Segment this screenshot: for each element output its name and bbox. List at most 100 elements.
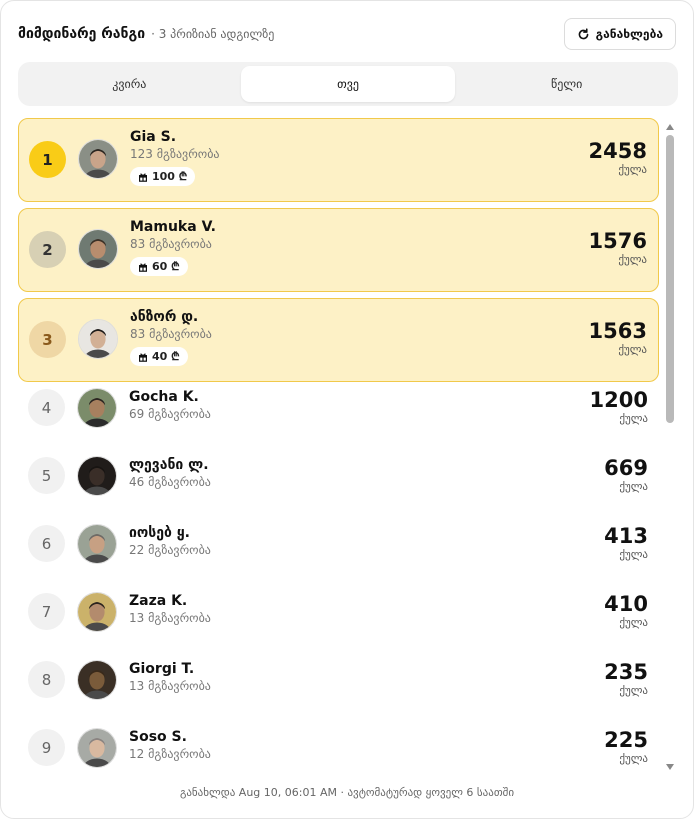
leaderboard-list[interactable]: 1 Gia S. 123 მგზავრობა 100 ₾ 2458 ქულა 2 Mamuka… xyxy=(18,118,660,776)
score: 1576 ქულა xyxy=(589,229,647,267)
rank-badge: 2 xyxy=(29,231,66,268)
driver-name: Zaza K. xyxy=(129,593,188,609)
score: 1200 ქულა xyxy=(590,388,648,426)
avatar xyxy=(78,139,118,179)
prize-amount: 100 ₾ xyxy=(152,170,188,183)
leaderboard-row[interactable]: 5 ლევანი ლ. 46 მგზავრობა 669 ქულა xyxy=(18,444,659,508)
prize-badge: 40 ₾ xyxy=(130,347,188,366)
points-value: 669 xyxy=(604,456,648,480)
driver-info: Giorgi T. 13 მგზავრობა xyxy=(129,660,211,695)
driver-name: იოსებ ყ. xyxy=(129,525,190,541)
tab-week[interactable]: კვირა xyxy=(22,66,237,102)
rank-badge: 9 xyxy=(28,729,65,766)
scroll-down-icon[interactable] xyxy=(666,764,674,770)
leaderboard-row[interactable]: 3 ანზორ დ. 83 მგზავრობა 40 ₾ 1563 ქულა xyxy=(18,298,659,382)
points-label: ქულა xyxy=(619,616,648,629)
trip-count: 83 მგზავრობა xyxy=(130,327,212,341)
user-photo-icon xyxy=(78,729,116,767)
trip-count: 22 მგზავრობა xyxy=(129,543,211,557)
scroll-thumb[interactable] xyxy=(666,135,674,423)
score: 410 ქულა xyxy=(604,592,648,630)
driver-name: Gia S. xyxy=(130,129,177,145)
points-label: ქულა xyxy=(619,548,648,561)
user-photo-icon xyxy=(79,140,117,178)
page-title: მიმდინარე რანგი xyxy=(18,26,146,42)
user-photo-icon xyxy=(78,525,116,563)
leaderboard-row[interactable]: 7 Zaza K. 13 მგზავრობა 410 ქულა xyxy=(18,580,659,644)
driver-name: Soso S. xyxy=(129,729,187,745)
points-label: ქულა xyxy=(618,163,647,176)
avatar xyxy=(78,229,118,269)
avatar xyxy=(77,592,117,632)
points-value: 1200 xyxy=(589,388,648,412)
points-label: ქულა xyxy=(619,480,648,493)
leaderboard-header: მიმდინარე რანგი · 3 პრიზიან ადგილზე განა… xyxy=(18,18,676,50)
leaderboard-row[interactable]: 1 Gia S. 123 მგზავრობა 100 ₾ 2458 ქულა xyxy=(18,118,659,202)
user-photo-icon xyxy=(79,320,117,358)
user-photo-icon xyxy=(78,593,116,631)
score: 1563 ქულა xyxy=(589,319,647,357)
period-tabs: კვირა თვე წელი xyxy=(18,62,678,106)
score: 413 ქულა xyxy=(604,524,648,562)
avatar xyxy=(77,660,117,700)
points-value: 413 xyxy=(604,524,648,548)
trip-count: 13 მგზავრობა xyxy=(129,679,211,693)
points-value: 410 xyxy=(604,592,648,616)
prize-badge: 60 ₾ xyxy=(130,257,188,276)
user-photo-icon xyxy=(78,661,116,699)
rank-badge: 6 xyxy=(28,525,65,562)
points-value: 225 xyxy=(604,728,648,752)
points-value: 2458 xyxy=(588,139,647,163)
points-label: ქულა xyxy=(618,253,647,266)
avatar xyxy=(77,728,117,768)
tab-month[interactable]: თვე xyxy=(240,66,456,102)
score: 669 ქულა xyxy=(604,456,648,494)
driver-info: იოსებ ყ. 22 მგზავრობა xyxy=(129,524,211,559)
scrollbar[interactable] xyxy=(664,118,676,776)
driver-info: Mamuka V. 83 მგზავრობა 60 ₾ xyxy=(130,218,216,276)
trip-count: 83 მგზავრობა xyxy=(130,237,212,251)
driver-name: ლევანი ლ. xyxy=(129,457,209,473)
avatar xyxy=(77,456,117,496)
prize-amount: 60 ₾ xyxy=(152,260,180,273)
rank-badge: 4 xyxy=(28,389,65,426)
score: 225 ქულა xyxy=(604,728,648,766)
leaderboard-card: მიმდინარე რანგი · 3 პრიზიან ადგილზე განა… xyxy=(0,0,694,819)
leaderboard-row[interactable]: 6 იოსებ ყ. 22 მგზავრობა 413 ქულა xyxy=(18,512,659,576)
leaderboard-row[interactable]: 9 Soso S. 12 მგზავრობა 225 ქულა xyxy=(18,716,659,776)
update-footer: განახლდა Aug 10, 06:01 AM · ავტომატურად … xyxy=(179,786,515,799)
driver-info: Gia S. 123 მგზავრობა 100 ₾ xyxy=(130,128,220,186)
points-label: ქულა xyxy=(618,343,647,356)
refresh-button[interactable]: განახლება xyxy=(563,18,676,50)
avatar xyxy=(77,388,117,428)
avatar xyxy=(78,319,118,359)
driver-info: Zaza K. 13 მგზავრობა xyxy=(129,592,211,627)
driver-info: ლევანი ლ. 46 მგზავრობა xyxy=(129,456,211,491)
points-value: 1576 xyxy=(588,229,647,253)
rank-badge: 5 xyxy=(28,457,65,494)
rank-badge: 7 xyxy=(28,593,65,630)
leaderboard-row[interactable]: 8 Giorgi T. 13 მგზავრობა 235 ქულა xyxy=(18,648,659,712)
rank-badge: 8 xyxy=(28,661,65,698)
prize-badge: 100 ₾ xyxy=(130,167,196,186)
leaderboard-row[interactable]: 2 Mamuka V. 83 მგზავრობა 60 ₾ 1576 ქულა xyxy=(18,208,659,292)
score: 2458 ქულა xyxy=(589,139,647,177)
points-label: ქულა xyxy=(619,684,648,697)
points-value: 235 xyxy=(604,660,648,684)
gift-icon xyxy=(139,262,148,272)
user-photo-icon xyxy=(78,389,116,427)
leaderboard-row[interactable]: 4 Gocha K. 69 მგზავრობა 1200 ქულა xyxy=(18,376,659,440)
trip-count: 46 მგზავრობა xyxy=(129,475,211,489)
gift-icon xyxy=(139,172,148,182)
trip-count: 13 მგზავრობა xyxy=(129,611,211,625)
prize-places-subtitle: · 3 პრიზიან ადგილზე xyxy=(151,27,275,41)
scroll-up-icon[interactable] xyxy=(666,124,674,130)
avatar xyxy=(77,524,117,564)
refresh-icon xyxy=(578,27,589,39)
driver-name: Mamuka V. xyxy=(130,219,216,235)
driver-info: ანზორ დ. 83 მგზავრობა 40 ₾ xyxy=(130,308,212,366)
driver-name: ანზორ დ. xyxy=(130,309,199,325)
points-value: 1563 xyxy=(588,319,647,343)
tab-year[interactable]: წელი xyxy=(459,66,674,102)
driver-name: Gocha K. xyxy=(129,389,199,405)
